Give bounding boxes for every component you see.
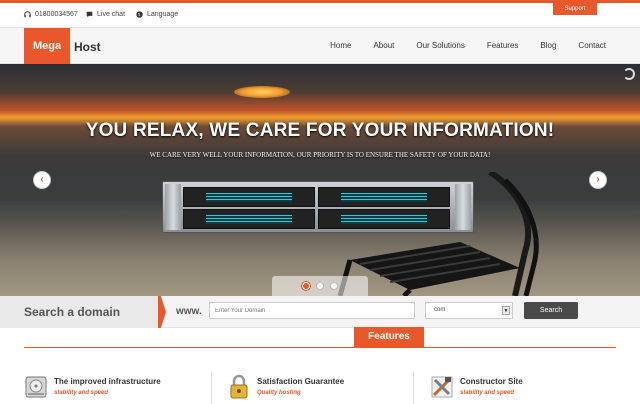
features-divider (24, 347, 616, 348)
slider-dot-2[interactable] (316, 282, 324, 290)
tools-icon (431, 376, 453, 398)
padlock-icon (230, 374, 248, 399)
tld-value: com (434, 307, 446, 313)
globe-icon (136, 11, 143, 18)
live-chat-link[interactable]: Live chat (86, 11, 125, 18)
slider-dot-3[interactable] (330, 282, 338, 290)
hero-subline: WE CARE VERY WELL YOUR INFORMATION, OUR … (149, 151, 491, 159)
feature-subtitle: stability and speed (460, 390, 515, 396)
www-prefix: www. (176, 306, 202, 317)
phone-number: 01800034567 (35, 11, 78, 18)
feature-title: The improved infrastructure (54, 377, 161, 386)
domain-arrow-decoration (158, 296, 166, 328)
feature-title: Satisfaction Guarantee (257, 377, 345, 386)
main-nav: Home About Our Solutions Features Blog C… (308, 41, 606, 50)
language-label: Language (147, 11, 179, 18)
language-selector[interactable]: Language (136, 11, 178, 18)
nav-contact[interactable]: Contact (578, 41, 606, 50)
slider-prev-button[interactable]: ‹ (33, 171, 51, 189)
feature-subtitle: Quality hosting (257, 390, 301, 396)
loading-spinner-icon (623, 68, 635, 80)
slider-pagination (272, 276, 368, 296)
top-bar: 01800034567 Live chat Language Support (0, 0, 640, 28)
slider-dot-1[interactable] (302, 282, 310, 290)
domain-input[interactable] (209, 302, 415, 319)
live-chat-label: Live chat (97, 11, 126, 18)
hero-slider: YOU RELAX, WE CARE FOR YOUR INFORMATION!… (0, 64, 640, 296)
nav-our-solutions[interactable]: Our Solutions (416, 41, 464, 50)
hero-headline: YOU RELAX, WE CARE FOR YOUR INFORMATION! (85, 120, 555, 141)
feature-separator (211, 372, 212, 404)
hard-drive-icon (25, 376, 47, 398)
feature-subtitle: stability and speed (54, 390, 109, 396)
features-heading: Features (354, 327, 424, 347)
feature-item-infrastructure[interactable]: The improved infrastructure stability an… (24, 372, 204, 404)
feature-title: Constructor Site (460, 377, 523, 386)
phone-contact[interactable]: 01800034567 (24, 11, 78, 18)
feature-separator (413, 372, 414, 404)
nav-blog[interactable]: Blog (540, 41, 556, 50)
nav-home[interactable]: Home (330, 41, 351, 50)
server-rack-image (162, 181, 474, 233)
chevron-down-icon[interactable]: ▼ (502, 306, 510, 315)
slider-next-button[interactable]: › (589, 171, 607, 189)
nav-about[interactable]: About (373, 41, 394, 50)
logo-host[interactable]: Host (74, 40, 101, 54)
tld-select[interactable]: com ▼ (425, 302, 513, 319)
search-button[interactable]: Search (524, 302, 578, 319)
chat-bubble-icon (86, 11, 93, 18)
feature-item-satisfaction[interactable]: Satisfaction Guarantee Quality hosting (227, 372, 407, 404)
nav-features[interactable]: Features (487, 41, 519, 50)
headset-icon (24, 11, 31, 18)
domain-search-title: Search a domain (24, 305, 121, 319)
sunset-glow (234, 86, 290, 98)
feature-item-constructor[interactable]: Constructor Site stability and speed (430, 372, 610, 404)
support-button[interactable]: Support (553, 3, 597, 15)
